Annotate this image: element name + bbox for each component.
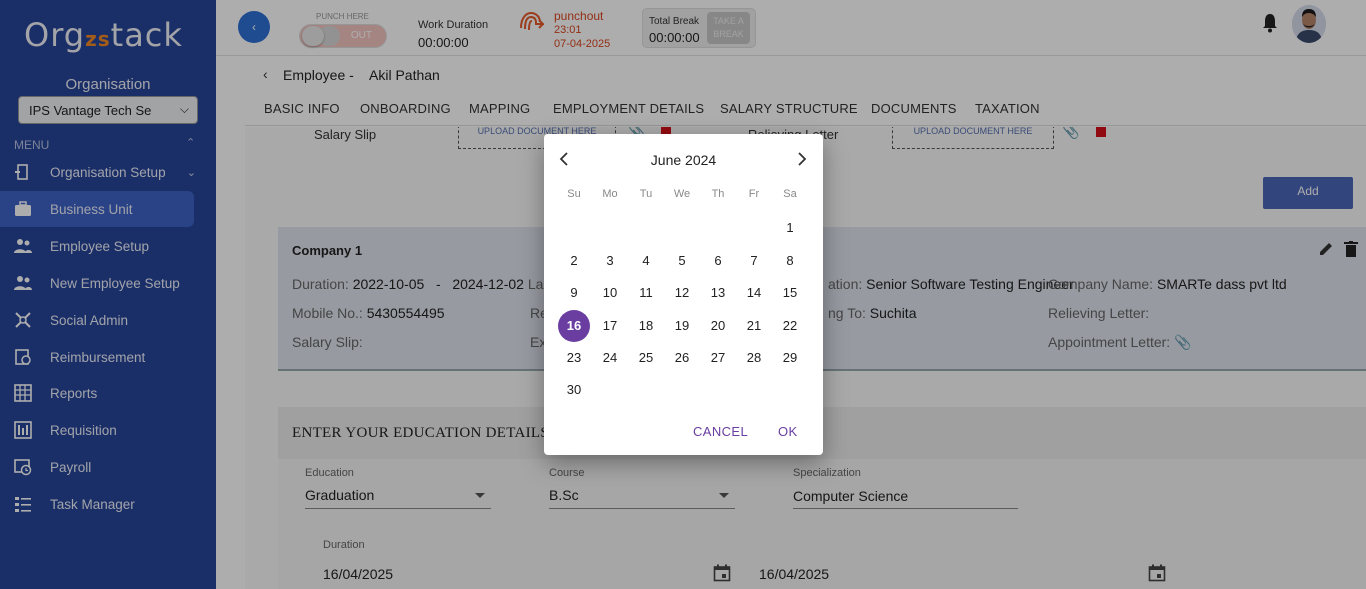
calendar-day[interactable]: 6: [702, 245, 734, 277]
calendar-day[interactable]: 8: [774, 245, 806, 277]
weekday-header: Fr: [748, 188, 760, 200]
calendar-day[interactable]: 4: [630, 245, 662, 277]
calendar-day[interactable]: 28: [738, 342, 770, 374]
weekday-header: Sa: [783, 188, 797, 200]
calendar-day[interactable]: 2: [558, 245, 590, 277]
calendar-day[interactable]: 26: [666, 342, 698, 374]
weekday-header: Mo: [602, 188, 618, 200]
calendar-day[interactable]: 25: [630, 342, 662, 374]
calendar-day[interactable]: 12: [666, 277, 698, 309]
calendar-day[interactable]: 10: [594, 277, 626, 309]
calendar-day[interactable]: 19: [666, 310, 698, 342]
calendar-day[interactable]: 30: [558, 374, 590, 406]
calendar-day[interactable]: 21: [738, 310, 770, 342]
calendar-day[interactable]: 20: [702, 310, 734, 342]
calendar-day[interactable]: 7: [738, 245, 770, 277]
calendar-day[interactable]: 1: [774, 212, 806, 244]
calendar-day[interactable]: 5: [666, 245, 698, 277]
calendar-day[interactable]: 29: [774, 342, 806, 374]
calendar-day[interactable]: 9: [558, 277, 590, 309]
calendar-day[interactable]: 11: [630, 277, 662, 309]
calendar-day[interactable]: 13: [702, 277, 734, 309]
calendar-day[interactable]: 3: [594, 245, 626, 277]
calendar-day[interactable]: 23: [558, 342, 590, 374]
weekday-header: Th: [711, 188, 725, 200]
calendar-day[interactable]: 27: [702, 342, 734, 374]
weekday-header: Su: [567, 188, 581, 200]
calendar-day[interactable]: 24: [594, 342, 626, 374]
calendar-day[interactable]: 22: [774, 310, 806, 342]
datepicker-dialog: June 2024 Su Mo Tu We Th Fr Sa 1 2 3 4 5 6 7 8 9 10 11 12…: [544, 134, 823, 455]
chevron-right-icon[interactable]: [792, 150, 810, 168]
weekday-header: We: [673, 188, 691, 200]
cancel-button[interactable]: CANCEL: [693, 424, 748, 439]
weekday-header: Tu: [639, 188, 653, 200]
ok-button[interactable]: OK: [778, 424, 798, 439]
month-title[interactable]: June 2024: [544, 152, 823, 168]
calendar-day[interactable]: 14: [738, 277, 770, 309]
calendar-day-selected[interactable]: 16: [558, 310, 590, 342]
calendar-day[interactable]: 17: [594, 310, 626, 342]
calendar-day[interactable]: 18: [630, 310, 662, 342]
calendar-day[interactable]: 15: [774, 277, 806, 309]
